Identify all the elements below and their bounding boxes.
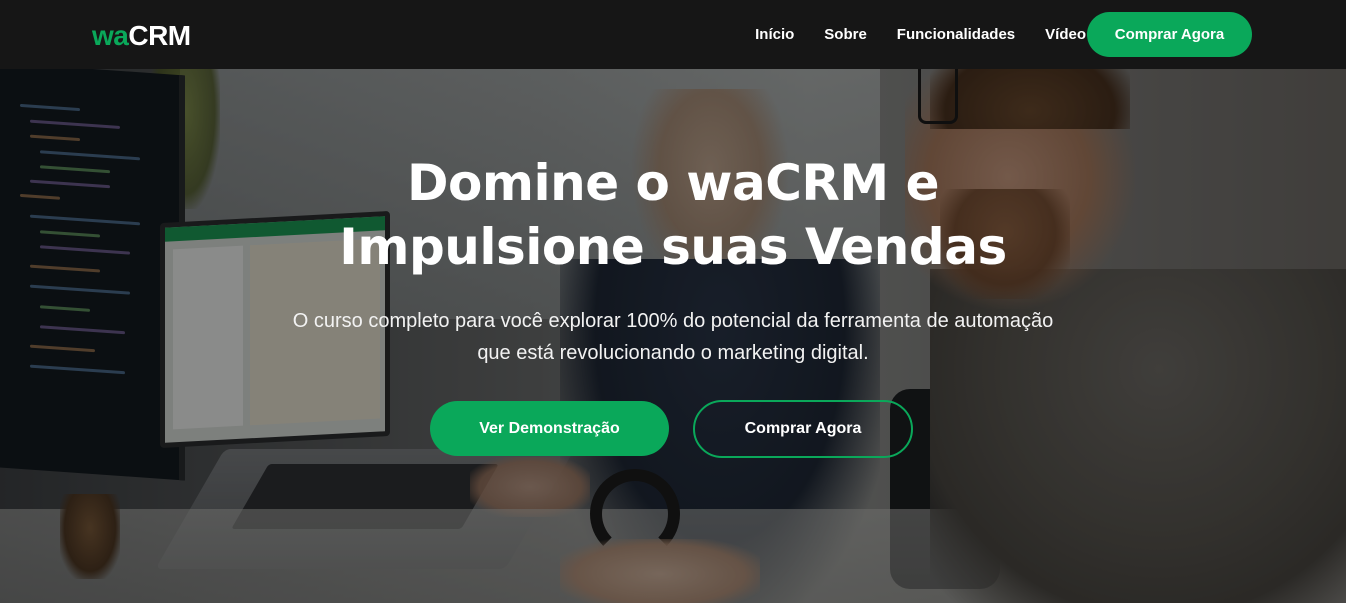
nav-buy-now-button[interactable]: Comprar Agora [1087,12,1252,57]
hero-subtitle-line-1: O curso completo para você explorar 100%… [292,310,1054,332]
hero-subtitle-line-2: que está revolucionando o marketing digi… [477,342,869,364]
top-navbar: waCRM Início Sobre Funcionalidades Vídeo… [0,0,1346,69]
nav-links: Início Sobre Funcionalidades Vídeo [725,0,1086,69]
nav-link-sobre[interactable]: Sobre [824,26,867,43]
view-demo-button[interactable]: Ver Demonstração [430,401,669,456]
logo-accent-text: wa [92,20,129,51]
nav-link-funcionalidades[interactable]: Funcionalidades [897,26,1015,43]
hero-content: Domine o waCRM e Impulsione suas Vendas … [0,69,1346,603]
nav-link-video[interactable]: Vídeo [1045,26,1086,43]
hero-title-line-2: Impulsione suas Vendas [339,218,1007,276]
hero-buy-now-button[interactable]: Comprar Agora [693,400,913,458]
hero-subtitle: O curso completo para você explorar 100%… [243,305,1103,369]
brand-logo[interactable]: waCRM [92,20,191,52]
hero-title: Domine o waCRM e Impulsione suas Vendas [273,151,1073,279]
nav-link-inicio[interactable]: Início [755,26,794,43]
logo-main-text: CRM [128,20,191,51]
hero-title-line-1: Domine o waCRM e [407,154,939,212]
